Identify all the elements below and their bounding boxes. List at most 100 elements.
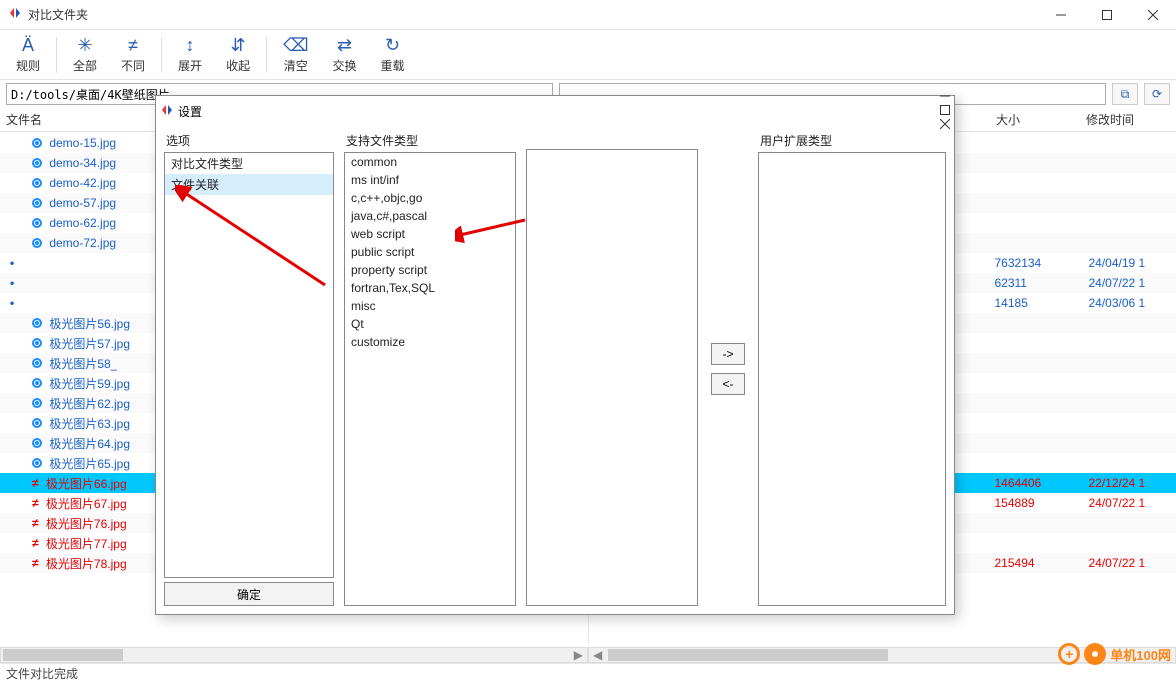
file-name: 极光图片56.jpg bbox=[0, 315, 130, 332]
equal-icon bbox=[32, 458, 42, 468]
file-name: demo-72.jpg bbox=[0, 236, 116, 250]
watermark: + 单机100网 bbox=[1058, 643, 1171, 665]
file-date: 24/07/22 1 bbox=[1089, 556, 1146, 570]
settings-dialog: 设置 选项 对比文件类型文件关联 确定 支持文件类型 commonms int/… bbox=[155, 95, 955, 615]
user-types-list[interactable] bbox=[758, 152, 946, 606]
close-button[interactable] bbox=[1130, 0, 1176, 29]
file-name: demo-34.jpg bbox=[0, 156, 116, 170]
clear-icon: ⌫ bbox=[283, 35, 308, 55]
file-type-item[interactable]: java,c#,pascal bbox=[345, 207, 515, 225]
separator bbox=[266, 37, 267, 73]
file-size: 154889 bbox=[995, 496, 1035, 510]
horizontal-scrollbar[interactable]: ▶ ◀ bbox=[0, 647, 1176, 663]
col-size[interactable]: 大小 bbox=[996, 111, 1086, 128]
equal-icon bbox=[32, 338, 42, 348]
file-name: ≠ 极光图片78.jpg bbox=[0, 555, 127, 572]
user-types-header: 用户扩展类型 bbox=[758, 132, 946, 149]
diff-button[interactable]: ≠不同 bbox=[109, 32, 157, 77]
move-left-button[interactable]: <- bbox=[711, 373, 745, 395]
file-date: 24/07/22 1 bbox=[1089, 496, 1146, 510]
copy-path-button[interactable]: ⧉ bbox=[1112, 83, 1138, 105]
swap-button[interactable]: ⇄交换 bbox=[321, 32, 369, 77]
options-list[interactable]: 对比文件类型文件关联 bbox=[164, 152, 334, 578]
separator bbox=[56, 37, 57, 73]
file-name: 极光图片59.jpg bbox=[0, 375, 130, 392]
collapse-button[interactable]: ⇵收起 bbox=[214, 32, 262, 77]
file-date: 24/07/22 1 bbox=[1089, 276, 1146, 290]
option-item[interactable]: 对比文件类型 bbox=[165, 153, 333, 174]
copy-icon: ⧉ bbox=[1121, 87, 1130, 102]
refresh-path-button[interactable]: ⟳ bbox=[1144, 83, 1170, 105]
dialog-title-bar: 设置 bbox=[156, 96, 954, 126]
refresh-icon: ⟳ bbox=[1152, 87, 1162, 101]
file-type-item[interactable]: fortran,Tex,SQL bbox=[345, 279, 515, 297]
file-name: demo-15.jpg bbox=[0, 136, 116, 150]
equal-icon bbox=[32, 438, 42, 448]
file-size: 14185 bbox=[995, 296, 1028, 310]
not-equal-icon: ≠ bbox=[32, 496, 39, 510]
asterisk-icon: ✳ bbox=[77, 35, 92, 55]
file-name: 极光图片57.jpg bbox=[0, 335, 130, 352]
file-type-item[interactable]: c,c++,objc,go bbox=[345, 189, 515, 207]
file-type-item[interactable]: web script bbox=[345, 225, 515, 243]
options-header: 选项 bbox=[164, 132, 334, 149]
not-equal-icon: ≠ bbox=[128, 35, 138, 55]
expand-button[interactable]: ↕展开 bbox=[166, 32, 214, 77]
file-name: demo-57.jpg bbox=[0, 196, 116, 210]
middle-list[interactable] bbox=[526, 149, 698, 606]
equal-icon bbox=[32, 418, 42, 428]
not-equal-icon: ≠ bbox=[32, 516, 39, 530]
equal-icon bbox=[32, 178, 42, 188]
file-name: 极光图片63.jpg bbox=[0, 415, 130, 432]
file-type-item[interactable]: misc bbox=[345, 297, 515, 315]
not-equal-icon: ≠ bbox=[32, 476, 39, 490]
watermark-plus-icon: + bbox=[1058, 643, 1080, 665]
ok-button[interactable]: 确定 bbox=[164, 582, 334, 606]
watermark-dot-icon bbox=[1084, 643, 1106, 665]
placeholder-dot: • bbox=[10, 296, 14, 310]
equal-icon bbox=[32, 198, 42, 208]
collapse-icon: ⇵ bbox=[231, 35, 246, 55]
supported-types-header: 支持文件类型 bbox=[344, 132, 516, 149]
equal-icon bbox=[32, 238, 42, 248]
reload-icon: ↻ bbox=[385, 35, 400, 55]
file-type-item[interactable]: customize bbox=[345, 333, 515, 351]
window-title: 对比文件夹 bbox=[28, 6, 1038, 23]
minimize-button[interactable] bbox=[1038, 0, 1084, 29]
file-name: ≠ 极光图片66.jpg bbox=[0, 475, 127, 492]
file-name: 极光图片65.jpg bbox=[0, 455, 130, 472]
file-name: ≠ 极光图片76.jpg bbox=[0, 515, 127, 532]
file-type-item[interactable]: ms int/inf bbox=[345, 171, 515, 189]
supported-types-list[interactable]: commonms int/infc,c++,objc,gojava,c#,pas… bbox=[344, 152, 516, 606]
watermark-text: 单机100网 bbox=[1110, 645, 1171, 664]
expand-icon: ↕ bbox=[186, 35, 195, 55]
file-type-item[interactable]: property script bbox=[345, 261, 515, 279]
equal-icon bbox=[32, 378, 42, 388]
file-name: 极光图片58_ bbox=[0, 355, 117, 372]
app-icon bbox=[8, 6, 22, 23]
status-text: 文件对比完成 bbox=[6, 665, 78, 682]
not-equal-icon: ≠ bbox=[32, 536, 39, 550]
file-date: 24/03/06 1 bbox=[1089, 296, 1146, 310]
rule-icon: Ä bbox=[22, 35, 34, 55]
dialog-title: 设置 bbox=[178, 103, 940, 120]
all-button[interactable]: ✳全部 bbox=[61, 32, 109, 77]
placeholder-dot: • bbox=[10, 276, 14, 290]
file-name: 极光图片62.jpg bbox=[0, 395, 130, 412]
file-size: 215494 bbox=[995, 556, 1035, 570]
col-mtime[interactable]: 修改时间 bbox=[1086, 111, 1176, 128]
option-item[interactable]: 文件关联 bbox=[165, 174, 333, 195]
file-type-item[interactable]: Qt bbox=[345, 315, 515, 333]
dialog-maximize-button[interactable] bbox=[940, 104, 950, 118]
rule-button[interactable]: Ä规则 bbox=[4, 32, 52, 77]
clear-button[interactable]: ⌫清空 bbox=[271, 32, 320, 77]
maximize-button[interactable] bbox=[1084, 0, 1130, 29]
file-name: demo-42.jpg bbox=[0, 176, 116, 190]
move-right-button[interactable]: -> bbox=[711, 343, 745, 365]
file-date: 24/04/19 1 bbox=[1089, 256, 1146, 270]
reload-button[interactable]: ↻重载 bbox=[369, 32, 417, 77]
title-bar: 对比文件夹 bbox=[0, 0, 1176, 30]
file-type-item[interactable]: public script bbox=[345, 243, 515, 261]
dialog-minimize-button[interactable] bbox=[940, 90, 950, 104]
file-type-item[interactable]: common bbox=[345, 153, 515, 171]
